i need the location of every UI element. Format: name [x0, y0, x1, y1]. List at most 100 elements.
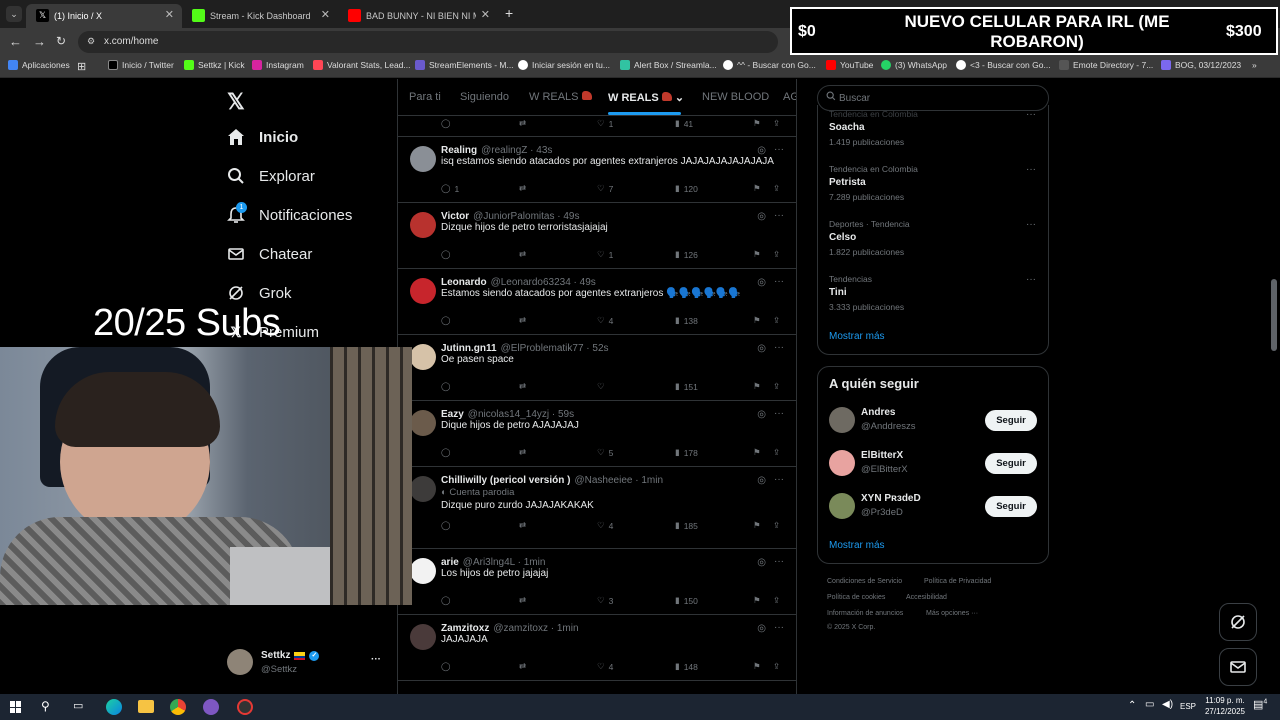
bookmark-grid-icon[interactable]: ⊞ [77, 60, 86, 73]
follow-show-more-link[interactable]: Mostrar más [829, 540, 885, 551]
follow-button[interactable]: Seguir [985, 496, 1037, 517]
close-tab-icon[interactable]: ✕ [165, 8, 174, 21]
retweet-icon[interactable]: ⇄ [519, 520, 530, 531]
tweet-author[interactable]: Victor @JuniorPalomitas · 49s [441, 211, 579, 222]
nav-item-chatear[interactable]: Chatear [227, 245, 312, 263]
tweet-author[interactable]: Realing @realingZ · 43s [441, 145, 552, 156]
chrome-icon[interactable] [170, 699, 186, 715]
share-icon[interactable]: ⇪ [773, 661, 780, 672]
notification-center-icon[interactable]: ▤4 [1253, 698, 1267, 711]
share-icon[interactable]: ⇪ [773, 315, 780, 326]
tab-ag[interactable]: AG [783, 91, 796, 103]
tweet[interactable]: Chilliwilly (pericol versión ) @Nasheeiee… [398, 467, 796, 549]
views-icon[interactable]: ▮ 148 [675, 661, 698, 672]
share-icon[interactable]: ⇪ [773, 249, 780, 260]
obs-icon[interactable] [203, 699, 219, 715]
browser-tab-kick[interactable]: Stream - Kick Dashboard ✕ [182, 4, 338, 28]
reply-icon[interactable]: ◯ [441, 118, 451, 129]
tab-siguiendo[interactable]: Siguiendo [460, 91, 509, 103]
tweet-author[interactable]: Eazy @nicolas14_14yzj · 59s [441, 409, 574, 420]
views-icon[interactable]: ▮ 151 [675, 381, 698, 392]
views-icon[interactable]: ▮ 178 [675, 447, 698, 458]
like-icon[interactable]: ♡ 4 [597, 520, 613, 531]
file-explorer-icon[interactable] [138, 700, 154, 713]
more-options-icon[interactable]: ··· [774, 210, 784, 221]
share-icon[interactable]: ⇪ [773, 520, 780, 531]
like-icon[interactable]: ♡ 3 [597, 595, 613, 606]
avatar[interactable] [829, 407, 855, 433]
tweet-handle[interactable]: @JuniorPalomitas · 49s [473, 211, 579, 222]
bookmark-twitter[interactable]: Inicio / Twitter [108, 60, 174, 70]
follow-suggestion[interactable]: ElBitterX @ElBitterX Seguir [818, 448, 1048, 484]
avatar[interactable] [410, 146, 436, 172]
bookmark-icon[interactable]: ⚑ [753, 661, 761, 672]
tab-new-blood[interactable]: NEW BLOOD [702, 91, 769, 103]
bookmarks-overflow-icon[interactable]: » [1252, 60, 1257, 70]
bookmark-emote-directory[interactable]: Emote Directory - 7... [1059, 60, 1153, 70]
reply-icon[interactable]: ◯ [441, 595, 455, 606]
tweet-author[interactable]: Leonardo @Leonardo63234 · 49s [441, 277, 596, 288]
forward-icon[interactable]: → [33, 34, 46, 49]
tab-para-ti[interactable]: Para ti [409, 91, 441, 103]
browser-tab-x[interactable]: 𝕏 (1) Inicio / X ✕ [26, 4, 182, 28]
follow-button[interactable]: Seguir [985, 410, 1037, 431]
grok-icon[interactable]: ◎ [757, 277, 766, 288]
views-icon[interactable]: ▮ 126 [675, 249, 698, 260]
follow-suggestion[interactable]: XYN PʀɜdeD @Pr3deD Seguir [818, 491, 1048, 527]
nav-item-inicio[interactable]: Inicio [227, 128, 298, 146]
volume-icon[interactable]: ◀) [1162, 699, 1173, 710]
avatar[interactable] [410, 558, 436, 584]
trend-item[interactable]: Deportes · Tendencia Celso 1.822 publica… [818, 217, 1048, 261]
follow-name[interactable]: XYN PʀɜdeD [861, 493, 921, 504]
trend-item[interactable]: Tendencia en Colombia Soacha 1.419 publi… [818, 105, 1048, 149]
bookmark-alertbox[interactable]: Alert Box / Streamla... [620, 60, 717, 70]
avatar[interactable] [410, 410, 436, 436]
reply-icon[interactable]: ◯ 1 [441, 183, 459, 194]
clock-date[interactable]: 27/12/2025 [1200, 707, 1250, 716]
retweet-icon[interactable]: ⇄ [519, 183, 530, 194]
share-icon[interactable]: ⇪ [773, 595, 780, 606]
tab-list-button[interactable]: ⌄ [6, 6, 22, 22]
nav-item-explorar[interactable]: Explorar [227, 167, 315, 185]
tweet[interactable]: Realing @realingZ · 43s isq estamos siend… [398, 137, 796, 203]
reply-icon[interactable]: ◯ [441, 249, 455, 260]
more-options-icon[interactable]: ··· [774, 276, 784, 287]
footer-link[interactable]: Más opciones ··· [926, 610, 978, 617]
grok-icon[interactable]: ◎ [757, 211, 766, 222]
bookmark-valorant[interactable]: Valorant Stats, Lead... [313, 60, 410, 70]
network-icon[interactable]: ▭ [1145, 699, 1154, 710]
close-tab-icon[interactable]: ✕ [481, 8, 490, 21]
more-options-icon[interactable]: ··· [371, 654, 381, 665]
tweet-author[interactable]: Jutinn.gn11 @ElProblematik77 · 52s [441, 343, 609, 354]
avatar[interactable] [829, 450, 855, 476]
tweet[interactable]: Zamzitoxz @zamzitoxz · 1min JAJAJAJA ◎ ··… [398, 615, 796, 681]
tweet[interactable]: Victor @JuniorPalomitas · 49s Dizque hijo… [398, 203, 796, 269]
like-icon[interactable]: ♡ 4 [597, 315, 613, 326]
reply-icon[interactable]: ◯ [441, 520, 455, 531]
bookmark-bog[interactable]: BOG, 03/12/2023 [1161, 60, 1241, 70]
like-icon[interactable]: ♡ [597, 381, 609, 392]
tab-w-reals-1[interactable]: W REALS [529, 91, 592, 103]
grok-icon[interactable]: ◎ [757, 557, 766, 568]
like-icon[interactable]: ♡ 7 [597, 183, 613, 194]
like-icon[interactable]: ♡ 4 [597, 661, 613, 672]
avatar[interactable] [829, 493, 855, 519]
bookmark-icon[interactable]: ⚑ [753, 595, 761, 606]
retweet-icon[interactable]: ⇄ [519, 381, 530, 392]
avatar[interactable] [410, 624, 436, 650]
bookmark-youtube[interactable]: YouTube [826, 60, 873, 70]
bookmark-google-search[interactable]: ^^ - Buscar con Go... [723, 60, 816, 70]
footer-link[interactable]: Información de anuncios [827, 610, 903, 617]
more-options-icon[interactable]: ··· [774, 408, 784, 419]
like-icon[interactable]: ♡ 1 [597, 249, 613, 260]
language-indicator[interactable]: ESP [1180, 702, 1196, 711]
browser-tab-youtube[interactable]: BAD BUNNY - NI BIEN NI MAL ✕ [338, 4, 498, 28]
bookmark-icon[interactable]: ⚑ [753, 447, 761, 458]
avatar[interactable] [410, 278, 436, 304]
footer-link[interactable]: Política de cookies [827, 594, 885, 601]
bookmark-kick[interactable]: Settkz | Kick [184, 60, 245, 70]
trend-item[interactable]: Tendencias Tini 3.333 publicaciones ··· [818, 272, 1048, 316]
task-view-icon[interactable]: ▭ [73, 699, 83, 712]
tweet[interactable]: Leonardo @Leonardo63234 · 49s Estamos sie… [398, 269, 796, 335]
retweet-icon[interactable]: ⇄ [519, 249, 530, 260]
